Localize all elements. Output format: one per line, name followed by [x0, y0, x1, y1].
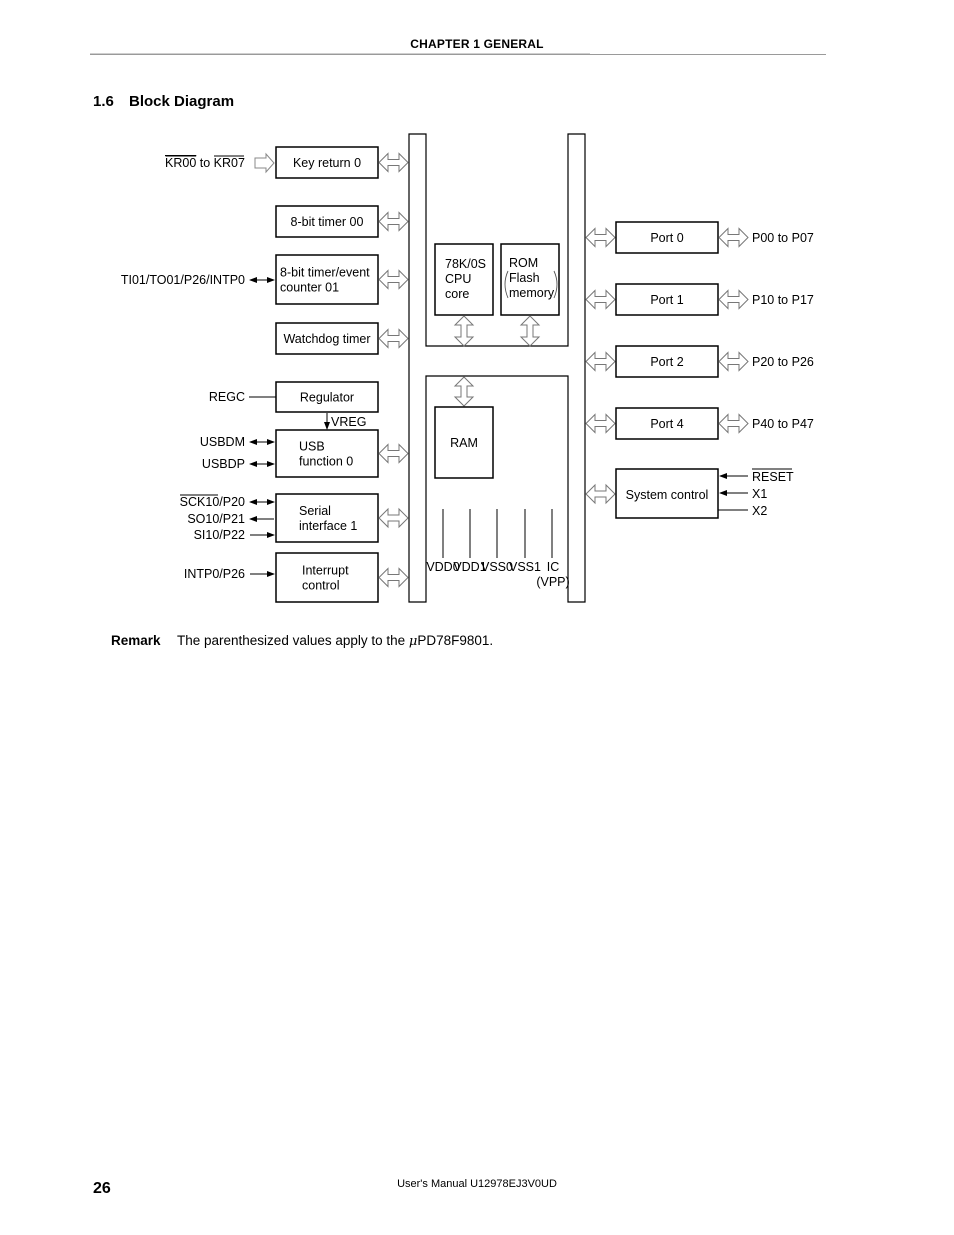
timer00-label: 8-bit timer 00 [291, 215, 364, 229]
vreg-label: VREG [331, 415, 366, 429]
vpp-label: (VPP) [536, 575, 569, 589]
ic-label: IC [547, 560, 560, 574]
si-label: SI10/P22 [194, 528, 245, 542]
port-pin-arrow [718, 413, 749, 434]
interrupt-bus-arrow [378, 567, 409, 588]
serial-block [275, 493, 379, 543]
remark-label: Remark [111, 633, 161, 648]
cpu-line-1: 78K/0S [445, 257, 486, 271]
timer01-block [275, 254, 379, 305]
port-bus-arrow [585, 413, 616, 434]
serial-label: interface 1 [299, 519, 357, 533]
port-pins-label: P00 to P07 [752, 231, 814, 245]
port-pins-label: P40 to P47 [752, 417, 814, 431]
watchdog-bus-arrow [378, 328, 409, 349]
usbdp-label: USBDP [202, 457, 245, 471]
so-label: SO10/P21 [187, 512, 245, 526]
port-pin-arrow [718, 351, 749, 372]
usbdm-label: USBDM [200, 435, 245, 449]
footer-manual-id: User's Manual U12978EJ3V0UD [397, 1178, 557, 1190]
rom-line-1: ROM [509, 256, 538, 270]
timer01-label: 8-bit timer/event [280, 266, 370, 280]
x1-label: X1 [752, 487, 767, 501]
ram-bus-arrow [453, 376, 475, 407]
regulator-label: Regulator [300, 391, 354, 405]
remark-text-after: PD78F9801. [417, 633, 494, 648]
watchdog-label: Watchdog timer [283, 332, 370, 346]
usb-bus-arrow [378, 443, 409, 464]
port-pins-label: P20 to P26 [752, 355, 814, 369]
interrupt-block [275, 552, 379, 603]
port-label: Port 1 [650, 293, 683, 307]
key-return-label: Key return 0 [293, 156, 361, 170]
cpu-line-2: CPU [445, 272, 471, 286]
remark-text: The parenthesized values apply to the [177, 633, 409, 648]
port-label: Port 2 [650, 355, 683, 369]
ram-label: RAM [450, 436, 478, 450]
system-control-bus-arrow [585, 483, 616, 505]
system-control-label: System control [626, 488, 709, 502]
interrupt-label: control [302, 579, 340, 593]
port-bus-arrow [585, 227, 616, 248]
intp-label: INTP0/P26 [184, 567, 245, 581]
sck-label: SCK10/P20 [180, 495, 245, 509]
regc-label: REGC [209, 390, 245, 404]
timer01-pin-label: TI01/TO01/P26/INTP0 [121, 273, 245, 287]
rom-line-3: memory [509, 286, 555, 300]
port-bus-arrow [585, 289, 616, 310]
cpu-line-3: core [445, 287, 469, 301]
timer01-label: counter 01 [280, 281, 339, 295]
port-pin-arrow [718, 227, 749, 248]
rom-line-2: Flash [509, 271, 540, 285]
serial-label: Serial [299, 504, 331, 518]
timer00-bus-arrow [378, 211, 409, 232]
interrupt-label: Interrupt [302, 564, 349, 578]
port-label: Port 0 [650, 231, 683, 245]
port-pins-label: P10 to P17 [752, 293, 814, 307]
rom-bus-arrow [519, 315, 541, 347]
block-diagram: Key return 0 8-bit timer 00 8-bit timer/ev… [121, 133, 814, 603]
x2-label: X2 [752, 504, 767, 518]
port-pin-arrow [718, 289, 749, 310]
port-bus-arrow [585, 351, 616, 372]
usb-block [275, 429, 379, 478]
remark: Remark The parenthesized values apply to … [111, 633, 493, 649]
kr-from-label: KR00 to KR07 [165, 156, 245, 170]
port-label: Port 4 [650, 417, 683, 431]
serial-bus-arrow [378, 507, 409, 529]
timer01-bus-arrow [378, 269, 409, 290]
power-pin-label: VSS1 [509, 560, 541, 574]
key-return-bus-arrow [378, 152, 409, 173]
usb-label: USB [299, 440, 325, 454]
reset-label: RESET [752, 470, 794, 484]
cpu-bus-arrow [453, 315, 475, 347]
usb-label: function 0 [299, 455, 353, 469]
key-return-input-arrow [254, 152, 275, 174]
